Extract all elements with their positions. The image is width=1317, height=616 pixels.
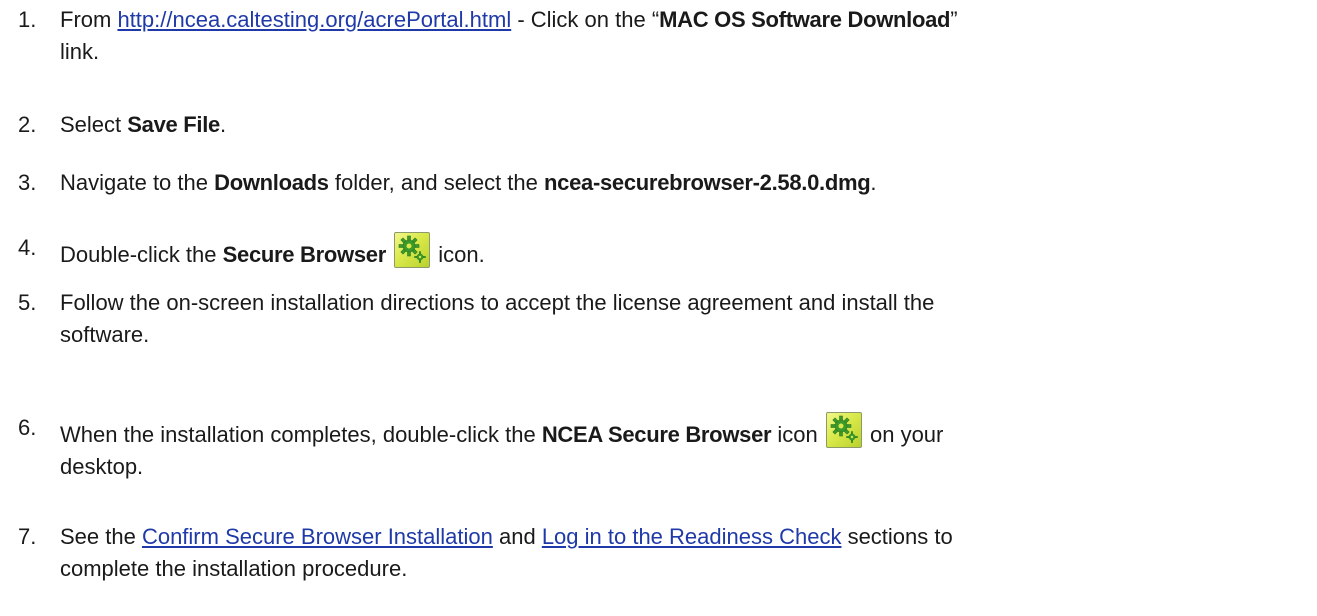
text: - Click on the “ — [511, 7, 660, 32]
step-text: See the Confirm Secure Browser Installat… — [60, 521, 1295, 585]
step-number: 3. — [18, 170, 37, 195]
text: software. — [60, 322, 150, 347]
confirm-installation-link[interactable]: Confirm Secure Browser Installation — [142, 524, 493, 549]
text: and — [492, 524, 542, 549]
step-number: 1. — [18, 7, 37, 32]
text: complete the installation procedure. — [60, 556, 408, 581]
text: folder, and select the — [328, 170, 545, 195]
text: Select — [60, 112, 128, 137]
ncea-secure-browser-label: NCEA Secure Browser — [541, 422, 772, 447]
step-text: Follow the on-screen installation direct… — [60, 287, 1295, 351]
step-text: Double-click the Secure Browser icon. — [60, 232, 1295, 271]
text: . — [870, 170, 877, 195]
text: Double-click the — [60, 242, 223, 267]
step-number: 2. — [18, 112, 37, 137]
downloads-folder-label: Downloads — [214, 170, 329, 195]
text: link. — [60, 39, 100, 64]
text: sections to — [841, 524, 953, 549]
text: See the — [60, 524, 142, 549]
step-number: 4. — [18, 235, 37, 260]
step-number: 5. — [18, 290, 37, 315]
text: ” — [950, 7, 958, 32]
step-number: 6. — [18, 415, 37, 440]
step-text: Select Save File. — [60, 109, 1295, 141]
step-text: Navigate to the Downloads folder, and se… — [60, 167, 1295, 199]
step-text: When the installation completes, double-… — [60, 412, 1295, 483]
mac-os-download-label: MAC OS Software Download — [659, 7, 951, 32]
readiness-check-link[interactable]: Log in to the Readiness Check — [542, 524, 842, 549]
text: icon. — [438, 242, 485, 267]
save-file-label: Save File — [127, 112, 220, 137]
secure-browser-gear-icon — [825, 412, 862, 448]
text: icon — [771, 422, 824, 447]
text: on your — [863, 422, 944, 447]
text: Navigate to the — [60, 170, 215, 195]
text: Follow the on-screen installation direct… — [60, 290, 935, 315]
acre-portal-link[interactable]: http://ncea.caltesting.org/acrePortal.ht… — [117, 7, 511, 32]
secure-browser-gear-icon — [394, 232, 431, 268]
secure-browser-label: Secure Browser — [222, 242, 387, 267]
step-number: 7. — [18, 524, 37, 549]
text: . — [219, 112, 227, 137]
step-text: From http://ncea.caltesting.org/acrePort… — [60, 4, 1295, 68]
text: When the installation completes, double-… — [60, 422, 542, 447]
dmg-file-label: ncea-securebrowser-2.58.0.dmg — [544, 170, 871, 195]
text: From — [60, 7, 118, 32]
text: desktop. — [60, 454, 144, 479]
